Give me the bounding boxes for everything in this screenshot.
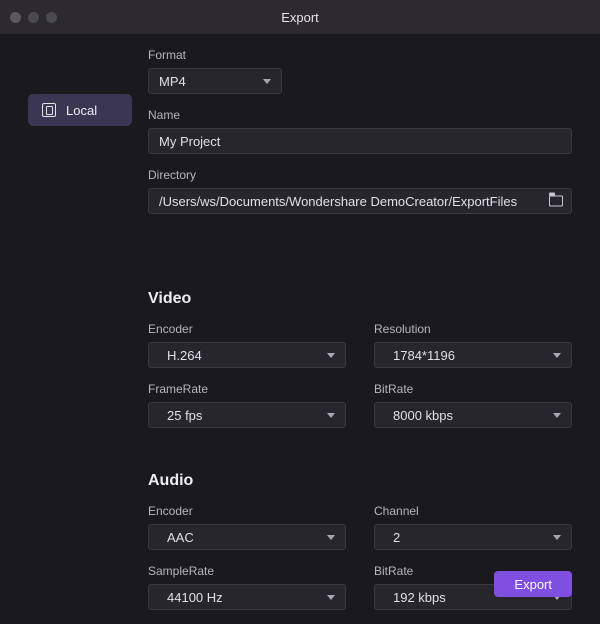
name-input[interactable]: My Project xyxy=(148,128,572,154)
video-section: Video Encoder H.264 Resolution 1784*1196 xyxy=(148,290,572,442)
chevron-down-icon xyxy=(553,413,561,418)
chevron-down-icon xyxy=(327,413,335,418)
window-titlebar: Export xyxy=(0,0,600,34)
sidebar: Local xyxy=(28,94,132,126)
audio-section: Audio Encoder AAC Channel 2 xyxy=(148,472,572,624)
audio-encoder-value: AAC xyxy=(159,530,321,545)
close-icon[interactable] xyxy=(10,12,21,23)
format-dropdown[interactable]: MP4 xyxy=(148,68,282,94)
folder-icon[interactable] xyxy=(549,196,563,207)
audio-channel-label: Channel xyxy=(374,504,572,518)
video-encoder-label: Encoder xyxy=(148,322,346,336)
name-value: My Project xyxy=(159,134,220,149)
sidebar-item-local[interactable]: Local xyxy=(28,94,132,126)
export-button[interactable]: Export xyxy=(494,571,572,597)
directory-group: Directory /Users/ws/Documents/Wondershar… xyxy=(148,168,572,214)
chevron-down-icon xyxy=(327,535,335,540)
chevron-down-icon xyxy=(327,353,335,358)
video-framerate-value: 25 fps xyxy=(159,408,321,423)
format-value: MP4 xyxy=(159,74,257,89)
video-framerate-label: FrameRate xyxy=(148,382,346,396)
audio-channel-dropdown[interactable]: 2 xyxy=(374,524,572,550)
video-bitrate-label: BitRate xyxy=(374,382,572,396)
audio-samplerate-label: SampleRate xyxy=(148,564,346,578)
chevron-down-icon xyxy=(553,535,561,540)
video-encoder-dropdown[interactable]: H.264 xyxy=(148,342,346,368)
video-resolution-label: Resolution xyxy=(374,322,572,336)
audio-samplerate-value: 44100 Hz xyxy=(159,590,321,605)
format-label: Format xyxy=(148,48,572,62)
zoom-icon[interactable] xyxy=(46,12,57,23)
directory-value: /Users/ws/Documents/Wondershare DemoCrea… xyxy=(159,194,517,209)
audio-encoder-label: Encoder xyxy=(148,504,346,518)
audio-channel-value: 2 xyxy=(385,530,547,545)
chevron-down-icon xyxy=(263,79,271,84)
video-encoder-value: H.264 xyxy=(159,348,321,363)
chevron-down-icon xyxy=(327,595,335,600)
device-icon xyxy=(42,103,56,117)
video-bitrate-value: 8000 kbps xyxy=(385,408,547,423)
sidebar-item-label: Local xyxy=(66,103,97,118)
traffic-lights xyxy=(10,12,57,23)
video-resolution-dropdown[interactable]: 1784*1196 xyxy=(374,342,572,368)
export-bar: Export xyxy=(494,571,572,597)
format-group: Format MP4 xyxy=(148,48,572,94)
minimize-icon[interactable] xyxy=(28,12,39,23)
audio-samplerate-dropdown[interactable]: 44100 Hz xyxy=(148,584,346,610)
name-group: Name My Project xyxy=(148,108,572,154)
video-heading: Video xyxy=(148,290,572,308)
video-resolution-value: 1784*1196 xyxy=(385,348,547,363)
audio-encoder-dropdown[interactable]: AAC xyxy=(148,524,346,550)
directory-input[interactable]: /Users/ws/Documents/Wondershare DemoCrea… xyxy=(148,188,572,214)
name-label: Name xyxy=(148,108,572,122)
audio-heading: Audio xyxy=(148,472,572,490)
directory-label: Directory xyxy=(148,168,572,182)
chevron-down-icon xyxy=(553,353,561,358)
video-framerate-dropdown[interactable]: 25 fps xyxy=(148,402,346,428)
video-bitrate-dropdown[interactable]: 8000 kbps xyxy=(374,402,572,428)
window-title: Export xyxy=(0,10,600,25)
